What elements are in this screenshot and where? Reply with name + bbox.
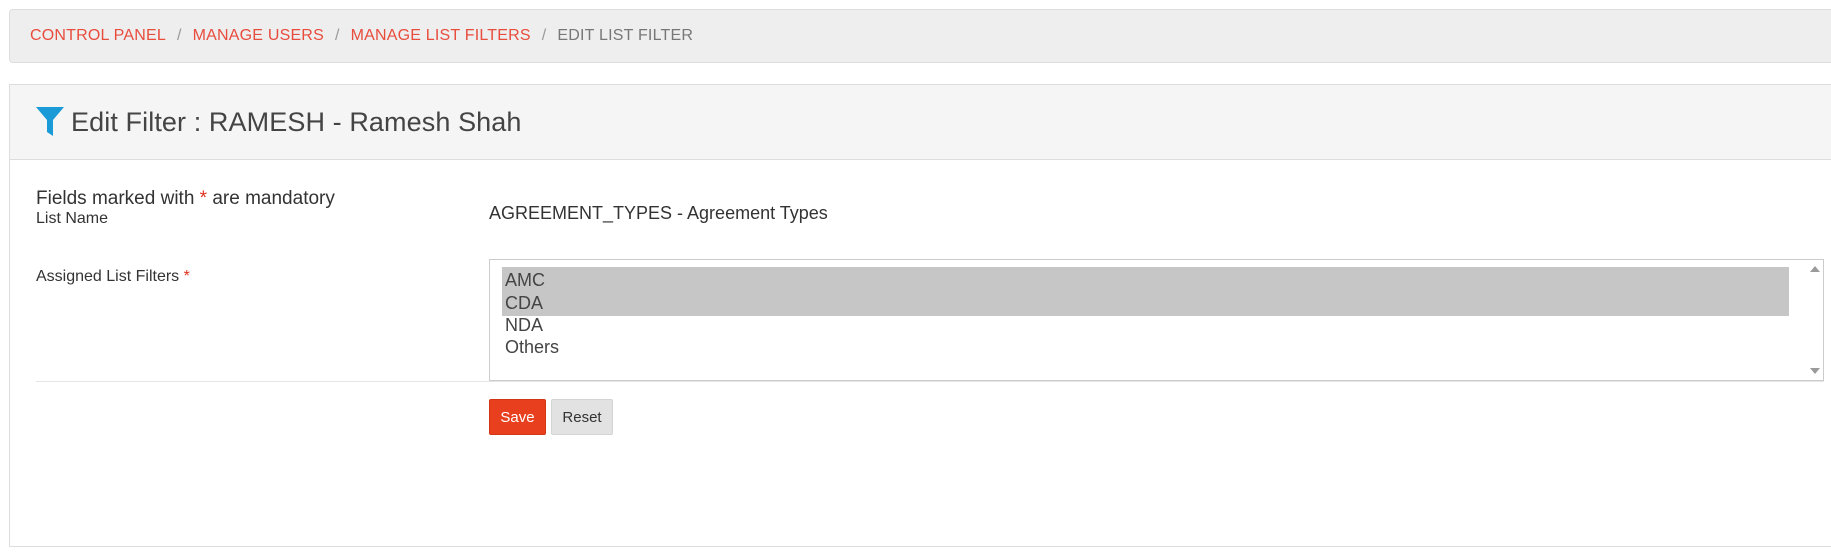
scroll-up-arrow-icon[interactable] xyxy=(1810,266,1820,272)
mandatory-note: Fields marked with * are mandatory xyxy=(36,188,335,210)
scroll-down-arrow-icon[interactable] xyxy=(1810,368,1820,374)
breadcrumb: CONTROL PANEL / MANAGE USERS / MANAGE LI… xyxy=(9,9,1831,63)
breadcrumb-manage-users[interactable]: MANAGE USERS xyxy=(193,27,324,45)
breadcrumb-separator: / xyxy=(176,27,182,44)
breadcrumb-control-panel[interactable]: CONTROL PANEL xyxy=(30,27,166,45)
panel-heading: Edit Filter : RAMESH - Ramesh Shah xyxy=(10,85,1831,160)
save-button[interactable]: Save xyxy=(489,399,546,435)
list-name-value: AGREEMENT_TYPES - Agreement Types xyxy=(489,203,828,223)
assigned-list-filters-label: Assigned List Filters * xyxy=(36,268,190,286)
filter-icon xyxy=(35,105,65,139)
assigned-label-text: Assigned List Filters xyxy=(36,268,180,285)
listbox-scrollbar[interactable] xyxy=(1806,260,1823,380)
mandatory-prefix: Fields marked with xyxy=(36,188,195,209)
required-star: * xyxy=(183,268,190,285)
breadcrumb-current: EDIT LIST FILTER xyxy=(557,27,694,44)
option-others[interactable]: Others xyxy=(502,334,1789,360)
reset-button[interactable]: Reset xyxy=(551,399,613,435)
mandatory-suffix: are mandatory xyxy=(212,188,335,209)
form-divider xyxy=(36,381,1824,382)
assigned-list-filters-select[interactable]: AMC CDA NDA Others xyxy=(489,259,1824,381)
page-title: Edit Filter : RAMESH - Ramesh Shah xyxy=(71,106,522,137)
edit-filter-panel: Edit Filter : RAMESH - Ramesh Shah Field… xyxy=(9,84,1831,547)
required-star: * xyxy=(199,188,208,209)
list-name-label: List Name xyxy=(36,210,109,227)
breadcrumb-separator: / xyxy=(541,27,547,44)
breadcrumb-manage-list-filters[interactable]: MANAGE LIST FILTERS xyxy=(351,27,531,45)
breadcrumb-separator: / xyxy=(334,27,340,44)
